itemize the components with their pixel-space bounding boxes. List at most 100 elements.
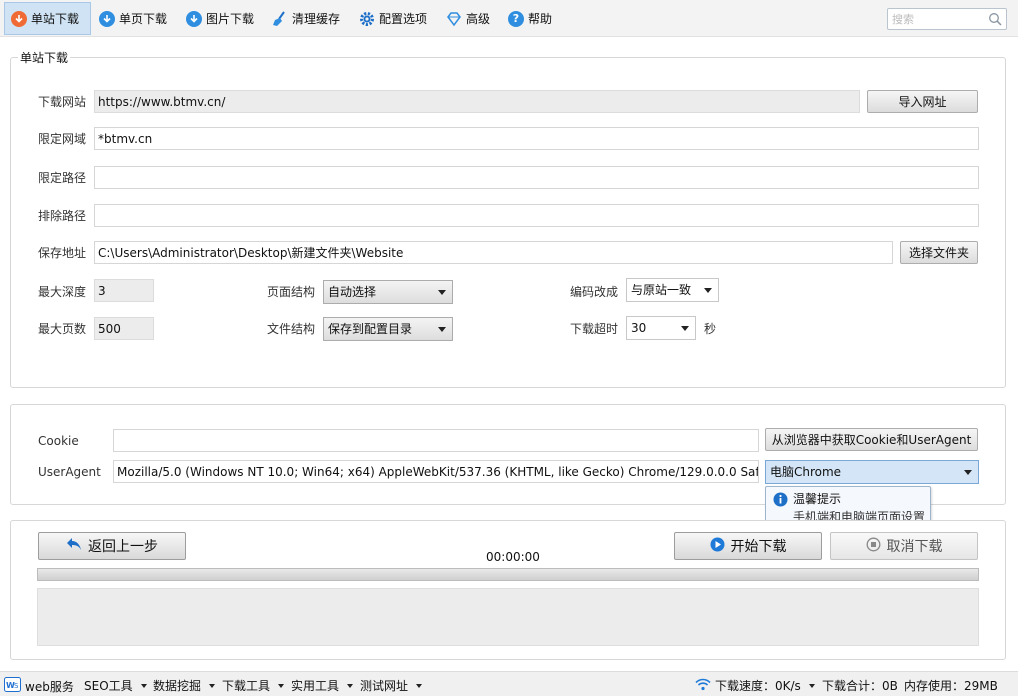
ua-preset-select[interactable]: 电脑Chrome	[765, 460, 979, 484]
dropdown-arrow-icon	[140, 683, 147, 688]
download-icon	[99, 10, 115, 27]
button-label: 开始下载	[730, 539, 787, 555]
utility-tools-menu[interactable]: 实用工具	[291, 677, 354, 694]
statusbar-label: web服务	[25, 679, 74, 694]
button-label: 取消下载	[886, 539, 943, 555]
tab-label: 高级	[466, 12, 491, 26]
file-struct-select[interactable]: 保存到配置目录	[323, 317, 453, 341]
search-input[interactable]	[888, 9, 984, 29]
start-download-button[interactable]: 开始下载	[674, 532, 822, 560]
seo-tools-menu[interactable]: SEO工具	[84, 677, 147, 694]
diamond-icon	[446, 11, 462, 27]
tab-label: 单页下载	[119, 12, 168, 26]
tab-label: 单站下载	[31, 12, 80, 26]
tab-label: 帮助	[528, 12, 553, 26]
url-field[interactable]: https://www.btmv.cn/	[94, 90, 860, 113]
chevron-down-icon	[964, 470, 972, 475]
encoding-label: 编码改成	[570, 285, 619, 299]
save-path-label: 保存地址	[38, 246, 87, 260]
pages-field[interactable]: 500	[94, 317, 154, 340]
select-value: 30	[631, 321, 647, 335]
tab-site-download[interactable]: 单站下载	[4, 2, 91, 35]
dropdown-arrow-icon	[416, 683, 423, 688]
search-icon[interactable]	[988, 12, 1002, 29]
play-icon	[710, 537, 725, 556]
broom-icon	[272, 10, 288, 27]
dropdown-arrow-icon	[808, 683, 815, 688]
tab-page-download[interactable]: 单页下载	[93, 2, 173, 35]
download-icon	[11, 10, 27, 27]
page-struct-label: 页面结构	[267, 285, 316, 299]
back-button[interactable]: 返回上一步	[38, 532, 186, 560]
tab-clear-cache[interactable]: 清理缓存	[266, 2, 346, 35]
tab-help[interactable]: ? 帮助	[502, 2, 558, 35]
chevron-down-icon	[438, 290, 446, 295]
tab-label: 配置选项	[379, 12, 428, 26]
download-total: 下载合计：0B	[822, 677, 898, 694]
web-service-item[interactable]: WS web服务	[4, 677, 74, 695]
url-label: 下载网站	[38, 95, 87, 109]
tab-label: 图片下载	[206, 12, 255, 26]
exclude-label: 排除路径	[38, 209, 87, 223]
path-label: 限定路径	[38, 171, 87, 185]
cookie-label: Cookie	[38, 434, 79, 448]
help-icon: ?	[508, 10, 524, 27]
file-struct-label: 文件结构	[267, 322, 316, 336]
dropdown-arrow-icon	[347, 683, 354, 688]
domain-field[interactable]: *btmv.cn	[94, 127, 979, 150]
back-arrow-icon	[66, 537, 82, 555]
depth-field[interactable]: 3	[94, 279, 154, 302]
speed-text: 下载速度：0K/s	[715, 679, 801, 693]
wifi-icon	[695, 678, 711, 694]
button-label: 返回上一步	[88, 539, 158, 555]
info-icon	[773, 492, 788, 510]
tab-advanced[interactable]: 高级	[440, 2, 496, 35]
chevron-down-icon	[704, 288, 712, 293]
exclude-field[interactable]	[94, 204, 979, 227]
cookie-field[interactable]	[113, 429, 759, 452]
timeout-select[interactable]: 30	[626, 316, 696, 340]
select-value: 保存到配置目录	[328, 322, 413, 336]
import-url-button[interactable]: 导入网址	[867, 90, 978, 113]
save-path-field[interactable]: C:\Users\Administrator\Desktop\新建文件夹\Web…	[94, 241, 893, 264]
memory-usage: 内存使用：29MB	[904, 677, 998, 694]
download-tools-menu[interactable]: 下载工具	[222, 677, 285, 694]
dropdown-arrow-icon	[278, 683, 285, 688]
group-title: 单站下载	[18, 49, 71, 66]
chevron-down-icon	[681, 326, 689, 331]
elapsed-timer: 00:00:00	[486, 550, 540, 564]
gear-icon	[359, 11, 375, 27]
data-mining-menu[interactable]: 数据挖掘	[153, 677, 216, 694]
useragent-field[interactable]: Mozilla/5.0 (Windows NT 10.0; Win64; x64…	[113, 460, 759, 483]
test-url-menu[interactable]: 测试网址	[360, 677, 423, 694]
statusbar-label: SEO工具	[84, 679, 133, 693]
dropdown-arrow-icon	[209, 683, 216, 688]
useragent-label: UserAgent	[38, 465, 101, 479]
logo-icon: WS	[4, 677, 21, 695]
progress-bar	[37, 568, 979, 581]
statusbar-label: 下载工具	[222, 679, 271, 693]
tab-image-download[interactable]: 图片下载	[180, 2, 260, 35]
statusbar-label: 数据挖掘	[153, 679, 202, 693]
main-toolbar: 单站下载 单页下载 图片下载 清理缓存 配置选项 高级 ? 帮助	[0, 0, 1018, 37]
download-speed[interactable]: 下载速度：0K/s	[695, 677, 815, 694]
download-icon	[186, 10, 202, 27]
memory-text: 内存使用：29MB	[904, 679, 998, 693]
timeout-unit: 秒	[704, 322, 717, 336]
timeout-label: 下载超时	[570, 322, 619, 336]
choose-folder-button[interactable]: 选择文件夹	[900, 241, 978, 264]
svg-text:S: S	[14, 682, 19, 690]
depth-label: 最大深度	[38, 285, 87, 299]
tab-config-options[interactable]: 配置选项	[353, 2, 433, 35]
pages-label: 最大页数	[38, 322, 87, 336]
path-field[interactable]	[94, 166, 979, 189]
cancel-download-button[interactable]: 取消下载	[830, 532, 978, 560]
statusbar-label: 测试网址	[360, 679, 409, 693]
page-struct-select[interactable]: 自动选择	[323, 280, 453, 304]
get-cookie-button[interactable]: 从浏览器中获取Cookie和UserAgent	[765, 428, 978, 451]
select-value: 电脑Chrome	[770, 465, 842, 479]
tooltip-title: 温馨提示	[793, 492, 842, 506]
encoding-select[interactable]: 与原站一致	[626, 278, 719, 302]
tab-label: 清理缓存	[292, 12, 341, 26]
select-value: 与原站一致	[631, 283, 692, 297]
